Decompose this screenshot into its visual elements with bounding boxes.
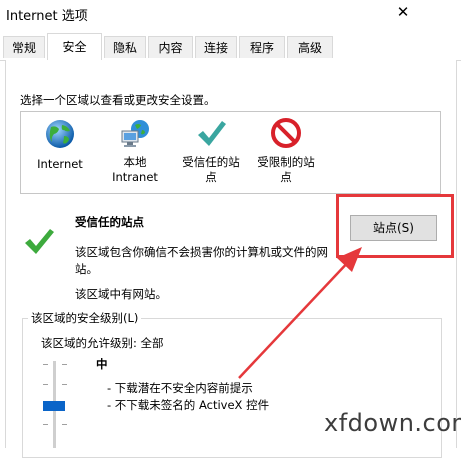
watermark: xfdown.com (324, 409, 461, 437)
annotation-arrow (238, 247, 362, 379)
